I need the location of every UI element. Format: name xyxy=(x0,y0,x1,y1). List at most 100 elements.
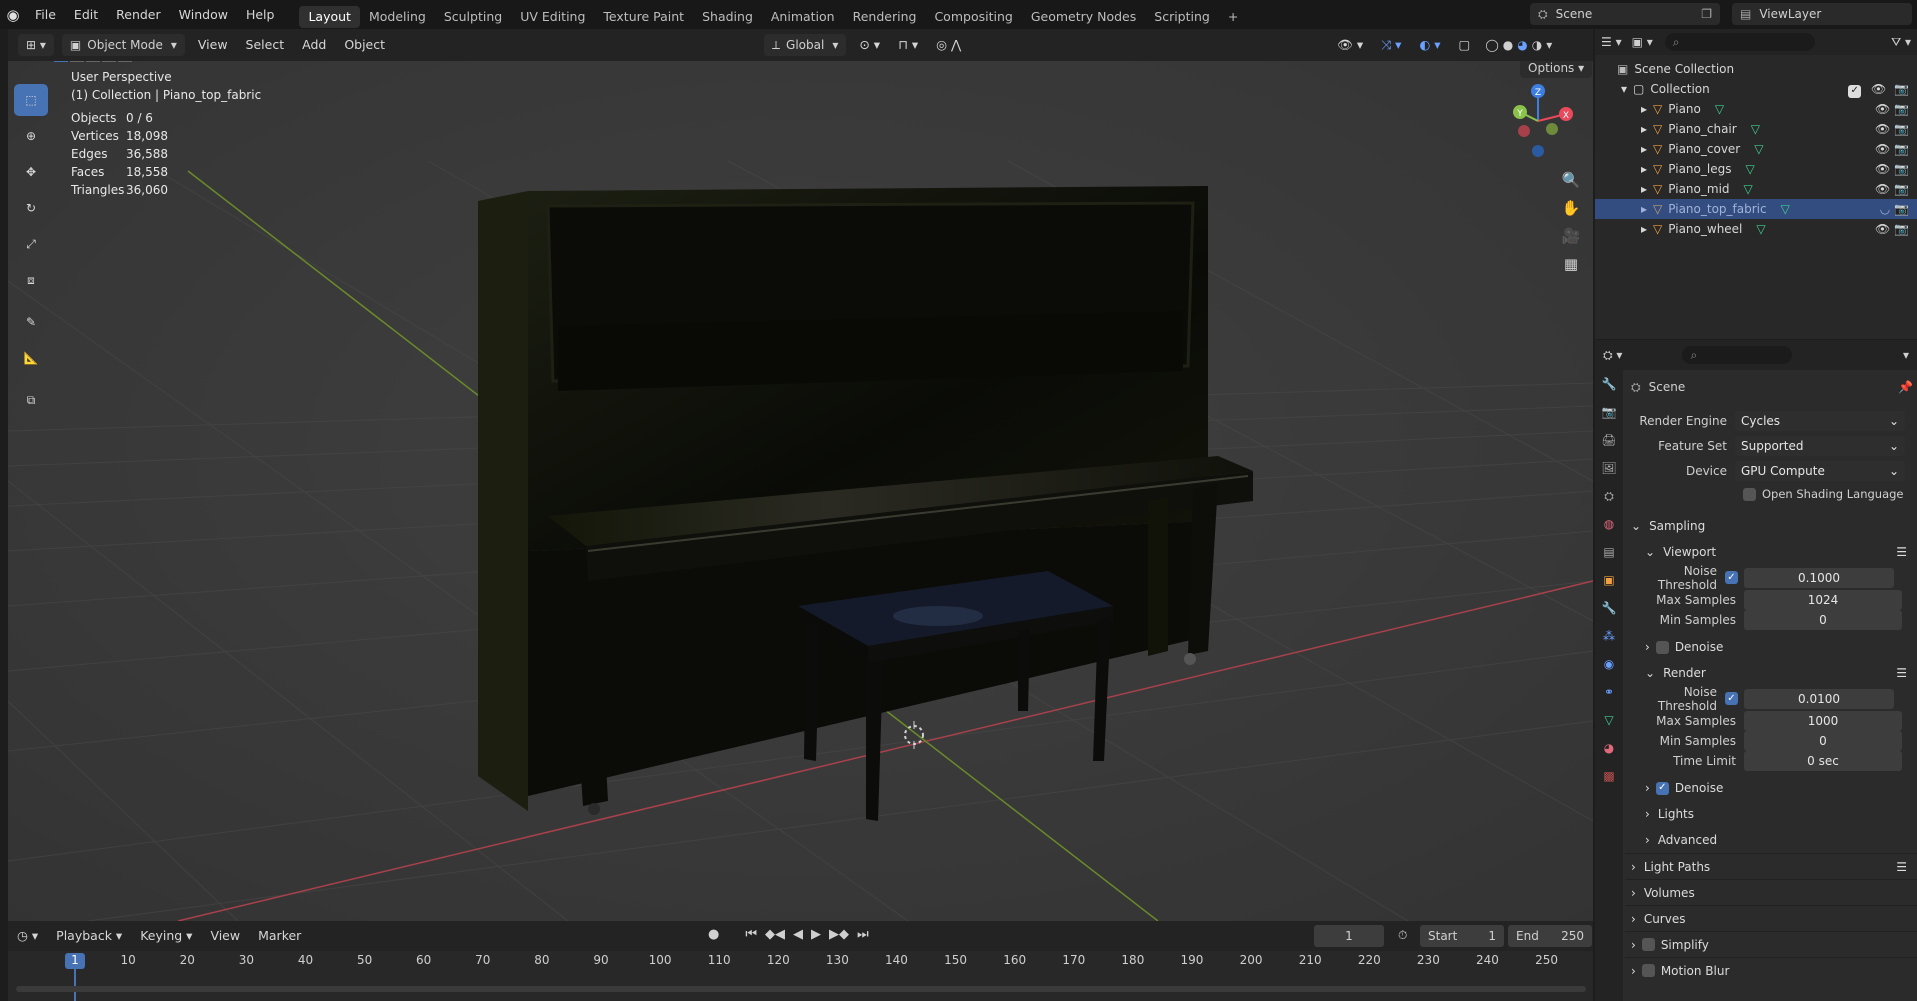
viewport-denoise-checkbox[interactable] xyxy=(1655,640,1669,654)
timeline-view-menu[interactable]: View xyxy=(201,920,249,952)
scene-selector[interactable]: ⛭ Scene ❐ xyxy=(1530,3,1720,25)
chevron-down-icon[interactable]: ▾ xyxy=(1546,38,1552,52)
stopwatch-icon[interactable]: ⏱ xyxy=(1398,928,1407,943)
curves-panel-header[interactable]: › Curves xyxy=(1625,905,1917,931)
solid-shading-icon[interactable]: ● xyxy=(1503,38,1513,52)
prev-keyframe-icon[interactable]: ◆◀ xyxy=(765,927,785,942)
proportional-edit-icon[interactable]: ◎ ⋀ xyxy=(927,29,970,61)
feature-set-dropdown[interactable]: Supported ⌄ xyxy=(1735,435,1905,456)
eye-icon[interactable]: 👁 xyxy=(1875,222,1890,236)
rotate-tool-icon[interactable]: ↻ xyxy=(14,192,48,224)
blender-logo-icon[interactable]: ◉ xyxy=(0,6,26,24)
keying-menu[interactable]: Keying ▾ xyxy=(131,920,201,952)
zoom-icon[interactable]: 🔍 xyxy=(1558,171,1584,199)
annotate-tool-icon[interactable]: ✎ xyxy=(14,306,48,338)
data-tab-icon[interactable]: ▽ xyxy=(1595,706,1623,734)
min-samples-field[interactable]: 0 xyxy=(1744,731,1902,751)
outliner-item[interactable]: ▸ ▽ Piano_cover ▽ 👁 📷 xyxy=(1595,139,1917,159)
select-new-icon[interactable] xyxy=(54,61,68,62)
properties-search-input[interactable]: ⌕ xyxy=(1682,346,1793,364)
eye-icon[interactable]: 👁 xyxy=(1875,122,1890,136)
transform-tool-icon[interactable]: ⧈ xyxy=(14,264,48,296)
timeline-scrollbar[interactable] xyxy=(16,986,1586,992)
outliner-item[interactable]: ▸ ▽ Piano_mid ▽ 👁 📷 xyxy=(1595,179,1917,199)
editor-type-icon[interactable]: ◷ ▾ xyxy=(8,920,47,952)
modifier-tab-icon[interactable]: 🔧 xyxy=(1595,594,1623,622)
3d-viewport[interactable]: ⬚ ⊕ ✥ ↻ ⤢ ⧈ ✎ 📐 ⧉ User Perspective (1) C… xyxy=(8,61,1593,921)
wireframe-shading-icon[interactable]: ◯ xyxy=(1485,38,1498,52)
render-subsection-header[interactable]: ⌄ Render ☰ xyxy=(1625,660,1917,686)
move-tool-icon[interactable]: ✥ xyxy=(14,156,48,188)
list-icon[interactable]: ☰ xyxy=(1896,539,1907,565)
editor-type-button[interactable]: ⊞ ▾ xyxy=(18,34,54,56)
options-dropdown[interactable]: Options ▾ xyxy=(1520,61,1593,78)
record-icon[interactable]: ● xyxy=(708,927,719,942)
editor-type-icon[interactable]: ⛭ ▾ xyxy=(1603,348,1622,363)
viewport-denoise-header[interactable]: › Denoise xyxy=(1625,634,1917,660)
noise-threshold-field[interactable]: 0.1000 xyxy=(1744,567,1894,588)
noise-threshold-checkbox[interactable]: ✓ xyxy=(1725,692,1738,705)
filter-icon[interactable]: ⛛ ▾ xyxy=(1891,35,1911,50)
render-engine-dropdown[interactable]: Cycles ⌄ xyxy=(1735,410,1905,431)
menu-view[interactable]: View xyxy=(189,29,237,61)
camera-render-icon[interactable]: 📷 xyxy=(1894,222,1909,236)
select-subtract-icon[interactable] xyxy=(86,61,100,62)
viewport-subsection-header[interactable]: ⌄ Viewport ☰ xyxy=(1625,539,1917,565)
scale-tool-icon[interactable]: ⤢ xyxy=(14,228,48,260)
menu-select[interactable]: Select xyxy=(237,29,294,61)
tab-texture-paint[interactable]: Texture Paint xyxy=(594,6,693,28)
osl-checkbox[interactable] xyxy=(1743,487,1756,501)
outliner-item[interactable]: ▸ ▽ Piano_wheel ▽ 👁 📷 xyxy=(1595,219,1917,239)
eye-icon[interactable]: 👁 xyxy=(1875,102,1890,116)
rendered-shading-icon[interactable]: ◑ xyxy=(1532,38,1542,52)
camera-render-icon[interactable]: 📷 xyxy=(1894,122,1909,136)
chevron-right-icon[interactable]: ▸ xyxy=(1641,219,1647,239)
noise-threshold-field[interactable]: 0.0100 xyxy=(1744,688,1894,709)
tab-modeling[interactable]: Modeling xyxy=(360,6,435,28)
current-frame-field[interactable]: 1 xyxy=(1314,925,1384,947)
chevron-right-icon[interactable]: ▸ xyxy=(1641,99,1647,119)
chevron-right-icon[interactable]: ▸ xyxy=(1641,199,1647,219)
camera-icon[interactable]: 🎥 xyxy=(1558,227,1584,255)
outliner-item-selected[interactable]: ▸ ▽ Piano_top_fabric ▽ ◡ 📷 xyxy=(1595,199,1917,219)
snap-icon[interactable]: ⊓ ▾ xyxy=(889,29,927,61)
lights-subsection-header[interactable]: › Lights xyxy=(1625,801,1917,827)
chevron-down-icon[interactable]: ▾ xyxy=(1903,348,1909,362)
exclude-checkbox[interactable]: ✓ xyxy=(1848,84,1862,98)
tab-rendering[interactable]: Rendering xyxy=(844,6,926,28)
menu-render[interactable]: Render xyxy=(107,0,170,29)
select-extend-icon[interactable] xyxy=(70,61,84,62)
material-tab-icon[interactable]: ◕ xyxy=(1595,734,1623,762)
jump-start-icon[interactable]: ⏮ xyxy=(745,927,757,942)
chevron-right-icon[interactable]: ▸ xyxy=(1641,119,1647,139)
render-tab-icon[interactable]: 📷 xyxy=(1595,398,1623,426)
playback-menu[interactable]: Playback ▾ xyxy=(47,920,131,952)
tool-tab-icon[interactable]: 🔧 xyxy=(1595,370,1623,398)
object-tab-icon[interactable]: ▣ xyxy=(1595,566,1623,594)
mode-selector[interactable]: ▣ Object Mode ▾ xyxy=(61,34,185,56)
texture-tab-icon[interactable]: ▩ xyxy=(1595,762,1623,790)
tab-compositing[interactable]: Compositing xyxy=(925,6,1021,28)
select-box-tool-icon[interactable]: ⬚ xyxy=(14,84,48,116)
motion-blur-panel-header[interactable]: › Motion Blur xyxy=(1625,957,1917,983)
menu-window[interactable]: Window xyxy=(170,0,237,29)
scene-collection-row[interactable]: ▣ Scene Collection xyxy=(1595,59,1917,79)
motion-blur-checkbox[interactable] xyxy=(1641,964,1655,977)
pin-icon[interactable]: 📌 xyxy=(1898,380,1913,394)
select-intersect-icon[interactable] xyxy=(118,61,132,62)
hand-pan-icon[interactable]: ✋ xyxy=(1558,199,1584,227)
physics-tab-icon[interactable]: ◉ xyxy=(1595,650,1623,678)
menu-add[interactable]: Add xyxy=(293,29,335,61)
camera-render-icon[interactable]: 📷 xyxy=(1894,162,1909,176)
cursor-tool-icon[interactable]: ⊕ xyxy=(14,120,48,152)
camera-render-icon[interactable]: 📷 xyxy=(1894,102,1909,116)
frame-ruler[interactable]: 1 10 20 30 40 50 60 70 80 90 100 110 120 130 140 150 160… xyxy=(8,951,1593,973)
tab-sculpting[interactable]: Sculpting xyxy=(435,6,511,28)
eye-hidden-icon[interactable]: ◡ xyxy=(1880,202,1890,216)
render-denoise-header[interactable]: › ✓ Denoise xyxy=(1625,775,1917,801)
pivot-icon[interactable]: ⊙ ▾ xyxy=(850,29,889,61)
tab-geometry-nodes[interactable]: Geometry Nodes xyxy=(1022,6,1145,28)
menu-file[interactable]: File xyxy=(26,0,65,29)
outliner-item[interactable]: ▸ ▽ Piano_chair ▽ 👁 📷 xyxy=(1595,119,1917,139)
tab-shading[interactable]: Shading xyxy=(693,6,762,28)
